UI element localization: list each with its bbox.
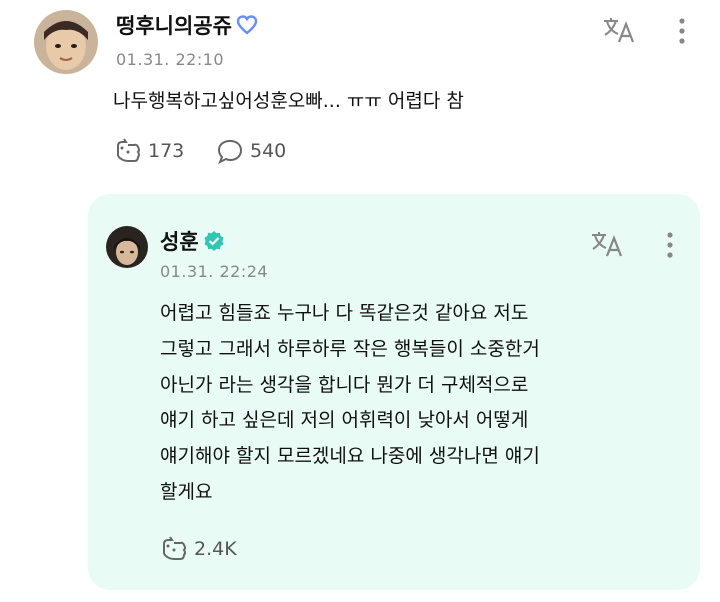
reply-like-button[interactable]: 2.4K [158,536,237,562]
reply-author-label: 성훈 [160,230,199,254]
post-translate-button[interactable] [600,14,640,46]
reply-line: 얘기해야 할지 모르겠네요 나중에 생각나면 얘기 [160,445,540,468]
reply-translate-button[interactable] [588,228,628,260]
post-like-button[interactable]: 173 [112,138,184,164]
reply-more-button[interactable] [658,228,682,262]
post-author-name[interactable]: 떵후니의공쥬 [116,10,258,40]
post-author-label: 떵후니의공쥬 [116,14,232,38]
heart-outline-icon [236,15,258,35]
reply-author-name[interactable]: 성훈 [160,226,225,256]
reply-line: 할게요 [160,480,213,503]
reply-line: 아닌가 라는 생각을 합니다 뭔가 더 구체적으로 [160,373,529,396]
reply-timestamp: 01.31. 22:24 [160,262,269,281]
reply-body: 어렵고 힘들죠 누구나 다 똑같은것 같아요 저도 그렇고 그래서 하루하루 작… [160,296,680,511]
post-more-button[interactable] [670,14,694,48]
reply-line: 어렵고 힘들죠 누구나 다 똑같은것 같아요 저도 [160,302,529,324]
reply-line: 얘기 하고 싶은데 저의 어휘력이 낮아서 어떻게 [160,409,529,432]
post-like-count: 173 [148,140,185,162]
comment-icon [217,139,243,164]
more-vertical-icon [667,232,673,258]
verified-badge-icon [203,230,225,252]
more-vertical-icon [679,18,685,44]
reply-like-count: 2.4K [194,538,237,560]
post-comment-count: 540 [250,140,287,162]
reply-author-avatar[interactable] [106,226,148,268]
post-timestamp: 01.31. 22:10 [116,50,225,69]
like-icon [163,536,186,560]
post-author-avatar[interactable] [34,10,98,74]
translate-icon [592,232,623,257]
like-icon [117,138,140,162]
post-comment-button[interactable]: 540 [216,138,286,164]
translate-icon [604,18,635,43]
post-body: 나두행복하고싶어성훈오빠... ㅠㅠ 어렵다 참 [113,90,464,112]
reply-line: 그렇고 그래서 하루하루 작은 행복들이 소중한거 [160,337,540,360]
